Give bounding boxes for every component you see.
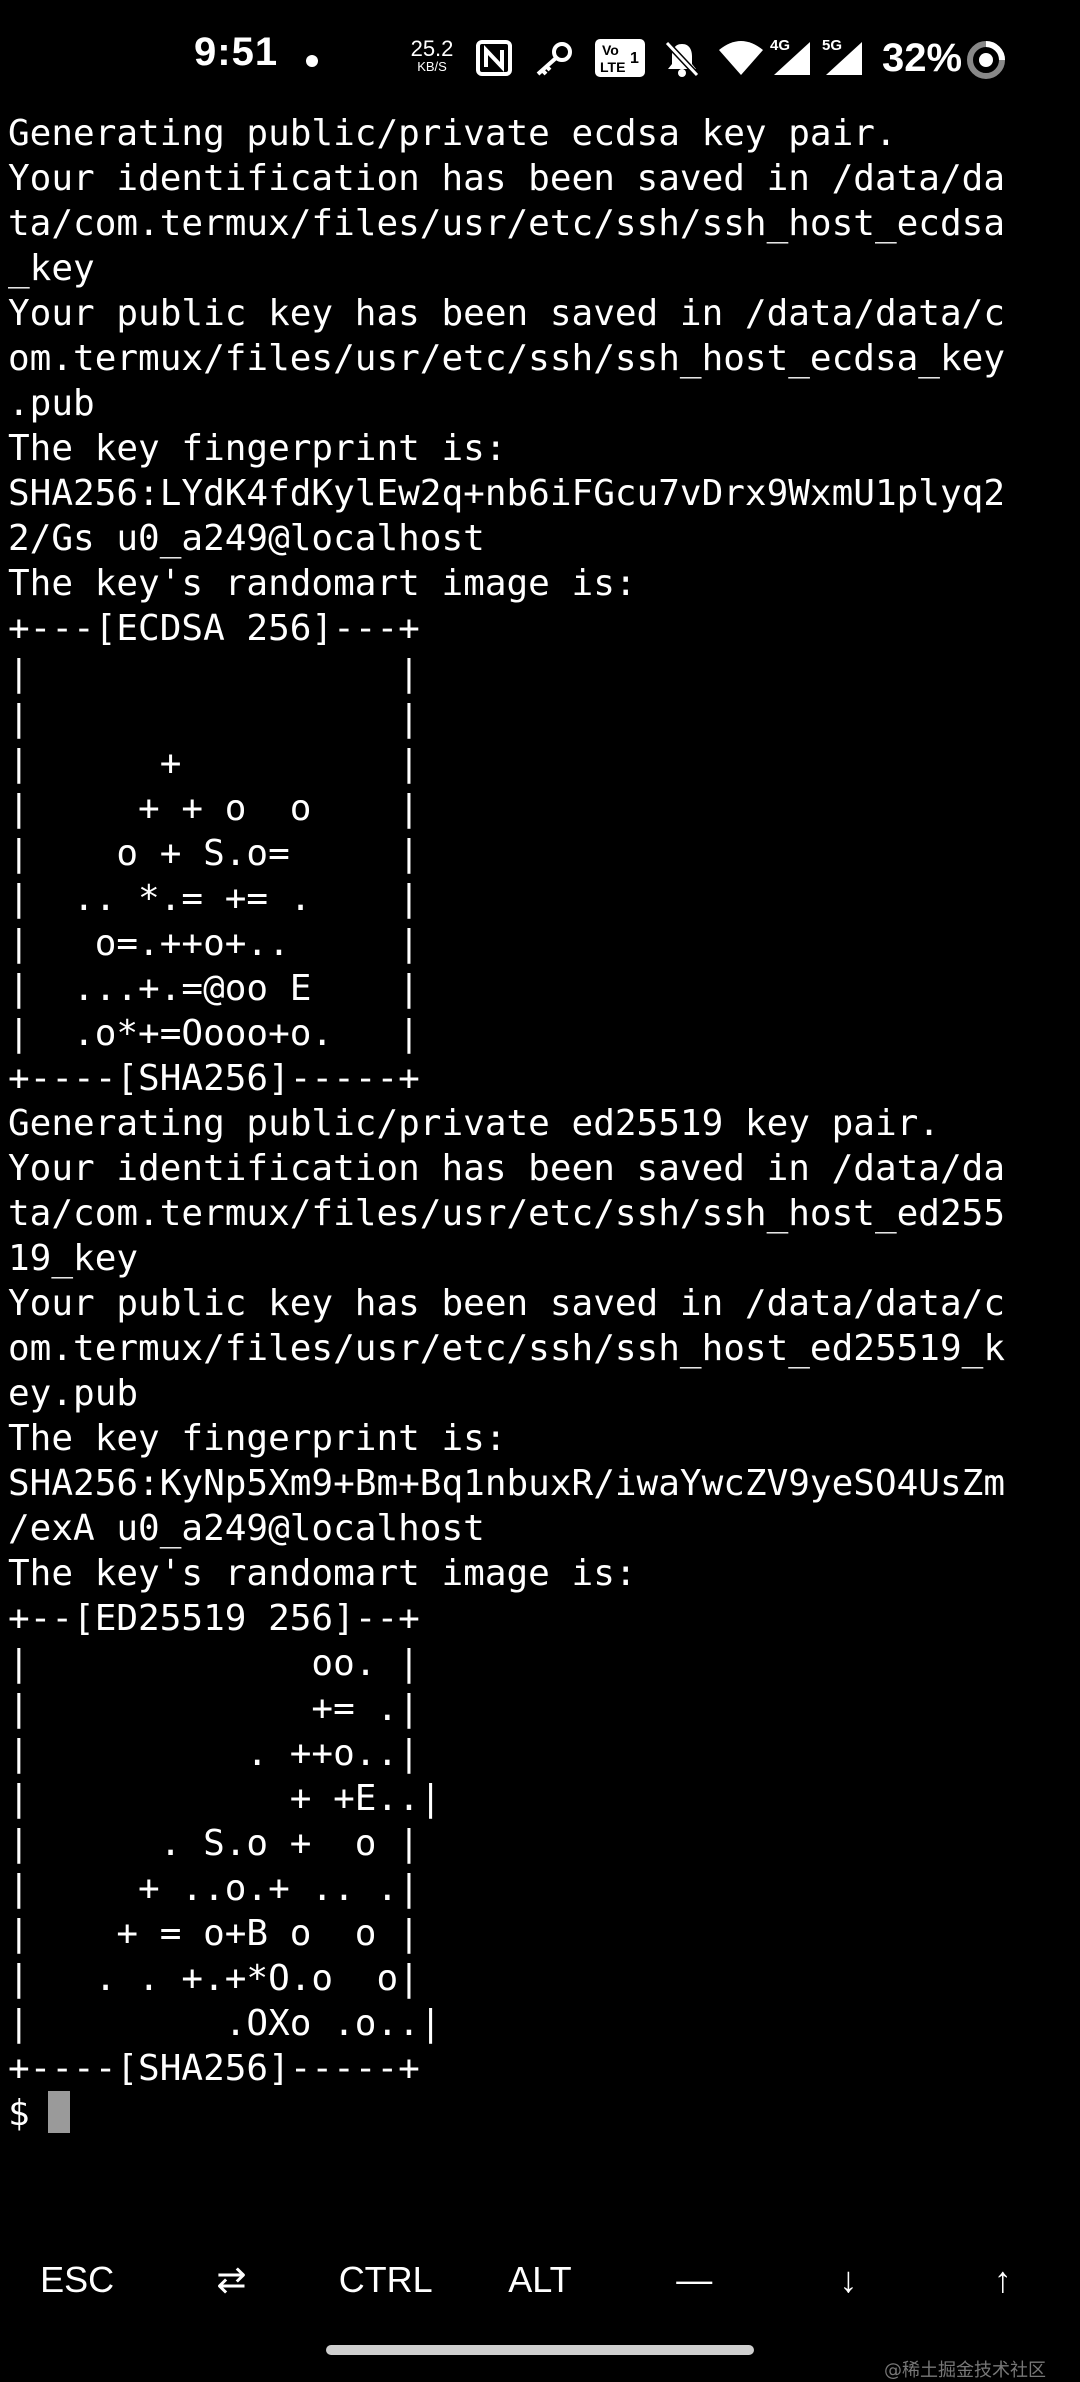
terminal-line: | + | [8,743,420,784]
network-speed-unit: KB/S [417,59,447,74]
terminal-line: | oo. | [8,1643,420,1684]
svg-text:1: 1 [630,50,639,67]
terminal-line: om.termux/files/usr/etc/ssh/ssh_host_ed2… [8,1328,1005,1369]
terminal-line: /exA u0_a249@localhost [8,1508,485,1549]
signal-5g-icon: 5G [822,36,866,76]
terminal-line: +----[SHA256]-----+ [8,2048,420,2089]
terminal-line: | + + o o | [8,788,420,829]
terminal-line: Generating public/private ed25519 key pa… [8,1103,940,1144]
network-speed-value: 25.2 [410,36,454,61]
terminal-line: | . . +.+*O.o o| [8,1958,420,1999]
key-arrow-up[interactable]: ↑ [926,2230,1080,2330]
status-time: 9:51 [194,30,279,74]
svg-text:5G: 5G [822,37,842,54]
terminal-line: ey.pub [8,1373,139,1414]
key-tab[interactable]: ⇄ [154,2230,308,2330]
watermark: @稀土掘金技术社区 [884,2360,1046,2381]
terminal-line: +----[SHA256]-----+ [8,1058,420,1099]
key-icon [532,40,574,76]
terminal-line: | | [8,698,420,739]
signal-4g-icon: 4G [770,36,814,76]
terminal-line: +---[ECDSA 256]---+ [8,608,420,649]
terminal-line: | . S.o + o | [8,1823,420,1864]
terminal-output[interactable]: Generating public/private ecdsa key pair… [8,111,1074,2136]
terminal-line: | + = o+B o o | [8,1913,420,1954]
terminal-line: | .o*+=Oooo+o. | [8,1013,420,1054]
terminal-cursor [47,2091,70,2133]
key-esc[interactable]: ESC [0,2230,154,2330]
key-arrow-down[interactable]: ↓ [772,2230,926,2330]
terminal-line: ta/com.termux/files/usr/etc/ssh/ssh_host… [8,1193,1005,1234]
terminal-line: | o + S.o= | [8,833,420,874]
battery-percent: 32% [882,36,963,80]
key-dash[interactable]: — [617,2230,771,2330]
svg-text:4G: 4G [770,37,790,54]
terminal-line: | | [8,653,420,694]
svg-text:Vo: Vo [602,42,619,58]
terminal-line: Your public key has been saved in /data/… [8,1283,1005,1324]
terminal-line: | .. *.= += . | [8,878,420,919]
wifi-icon [718,40,764,76]
notification-dot-icon [306,55,318,67]
battery-ring-icon [966,40,1006,80]
terminal-line: ta/com.termux/files/usr/etc/ssh/ssh_host… [8,203,1005,244]
terminal-line: Generating public/private ecdsa key pair… [8,113,897,154]
terminal-line: | .OXo .o..| [8,2003,442,2044]
terminal-line: | . ++o..| [8,1733,420,1774]
terminal-line: | += .| [8,1688,420,1729]
terminal-line: SHA256:KyNp5Xm9+Bm+Bq1nbuxR/iwaYwcZV9yeS… [8,1463,1005,1504]
terminal-line: | + +E..| [8,1778,442,1819]
shell-prompt: $ [8,2093,30,2134]
terminal-line: The key's randomart image is: [8,563,637,604]
terminal-line: Your public key has been saved in /data/… [8,293,1005,334]
terminal-line: 2/Gs u0_a249@localhost [8,518,485,559]
terminal-line: Your identification has been saved in /d… [8,1148,1005,1189]
nfc-icon [476,40,512,76]
terminal-line: The key fingerprint is: [8,1418,507,1459]
terminal-line: | + ..o.+ .. .| [8,1868,420,1909]
terminal-line: Your identification has been saved in /d… [8,158,1005,199]
volte-icon: Vo LTE 1 [594,38,646,78]
terminal-line: | ...+.=@oo E | [8,968,420,1009]
terminal-line: _key [8,248,95,289]
mute-icon [664,40,700,78]
terminal-line: 19_key [8,1238,139,1279]
terminal-line: The key's randomart image is: [8,1553,637,1594]
status-bar: 9:51 25.2 KB/S Vo LTE 1 4G 5G 32% [0,0,1080,120]
terminal-line: | o=.++o+.. | [8,923,420,964]
svg-text:LTE: LTE [600,59,625,75]
prompt-line[interactable]: $ [8,2091,1074,2136]
key-ctrl[interactable]: CTRL [309,2230,463,2330]
terminal-line: The key fingerprint is: [8,428,507,469]
terminal-line: SHA256:LYdK4fdKylEw2q+nb6iFGcu7vDrx9WxmU… [8,473,1005,514]
key-alt[interactable]: ALT [463,2230,617,2330]
terminal-line: .pub [8,383,95,424]
home-indicator[interactable] [326,2345,754,2355]
terminal-line: om.termux/files/usr/etc/ssh/ssh_host_ecd… [8,338,1005,379]
network-speed: 25.2 KB/S [408,38,456,74]
terminal-line: +--[ED25519 256]--+ [8,1598,420,1639]
extra-keys-row: ESC ⇄ CTRL ALT — ↓ ↑ [0,2230,1080,2330]
